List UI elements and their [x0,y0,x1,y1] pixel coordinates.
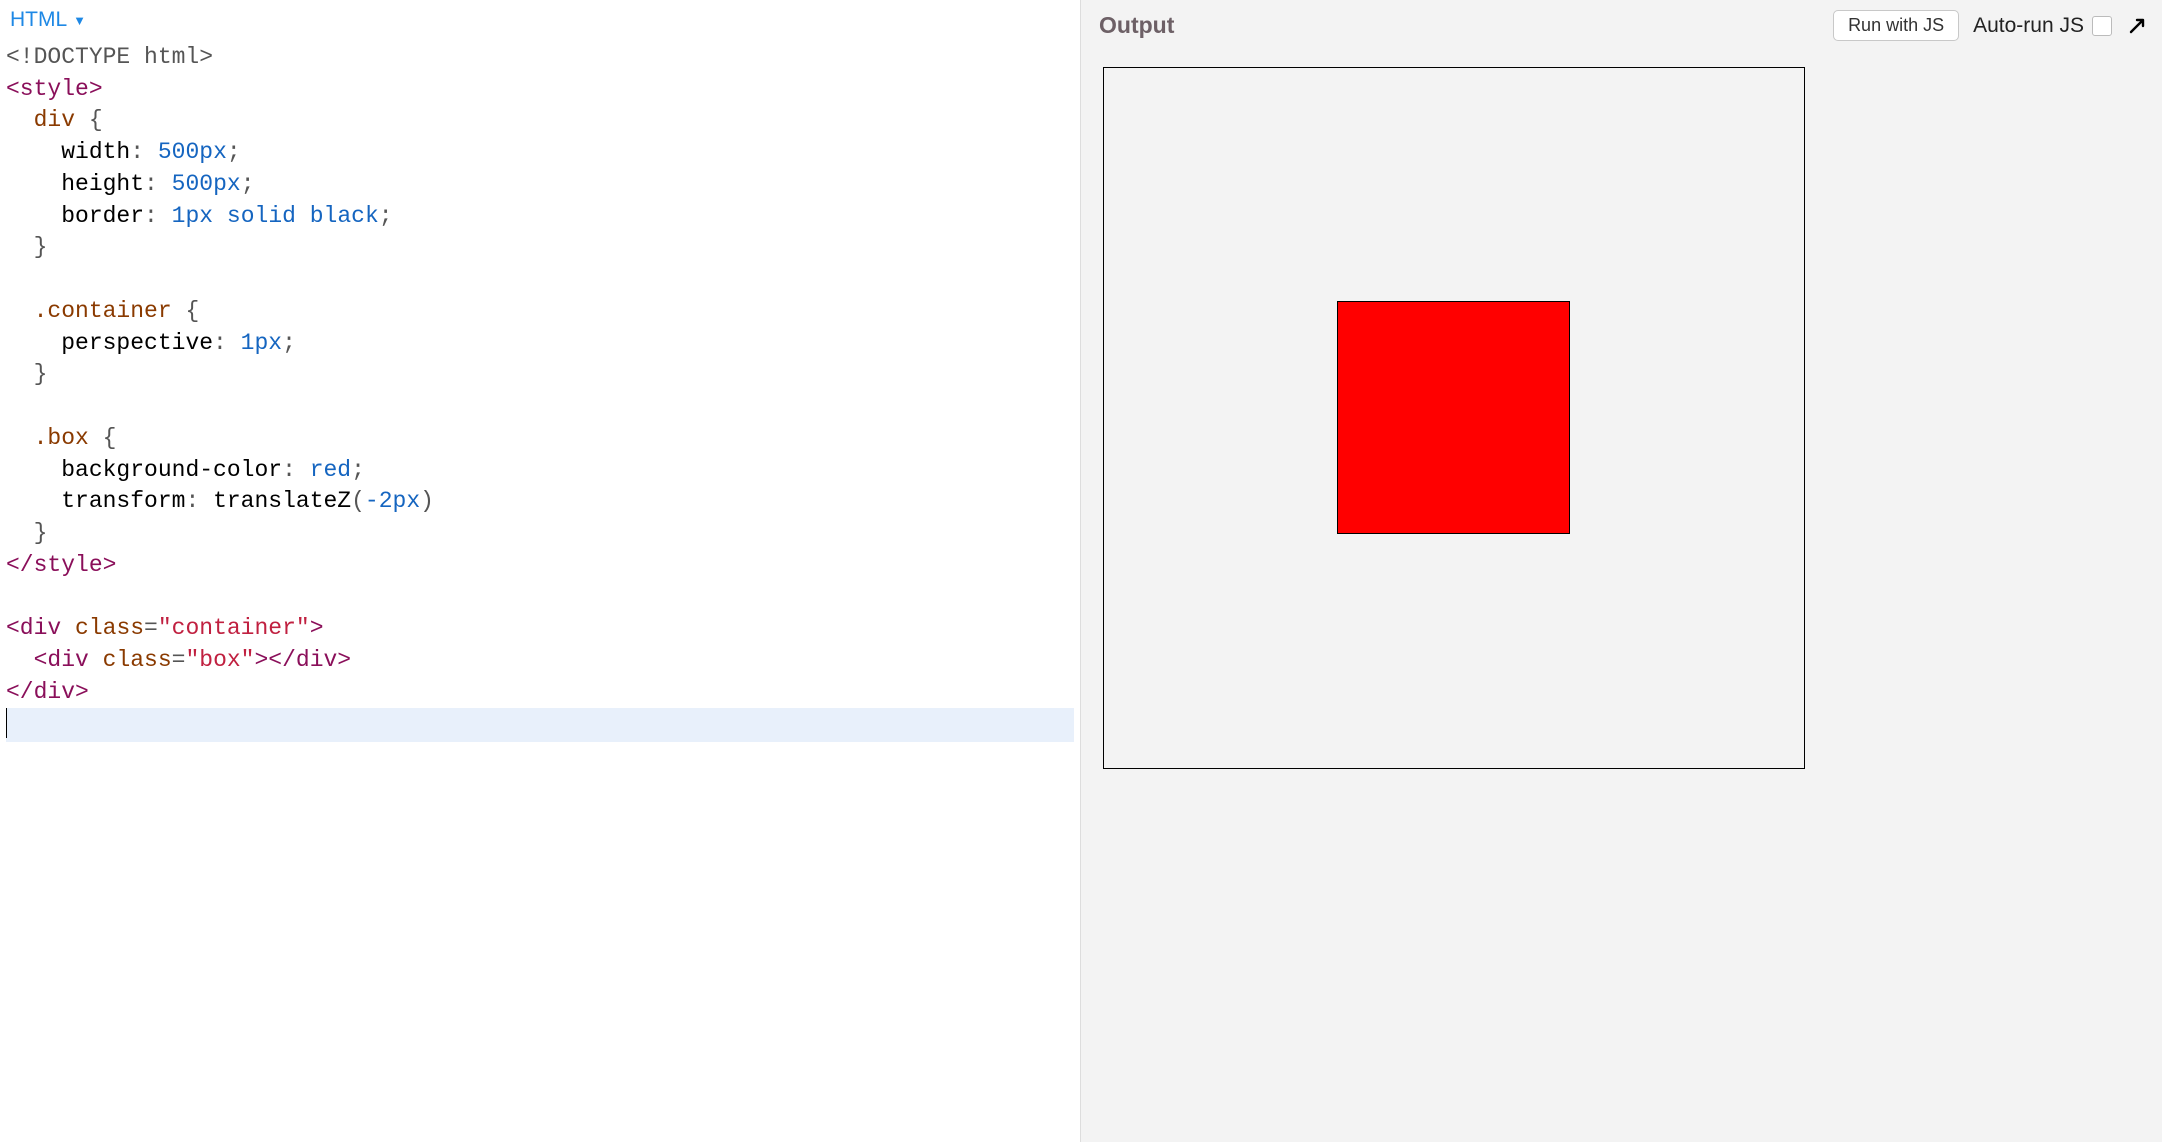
code-line: } [6,232,1074,264]
code-line: .box { [6,423,1074,455]
output-frame-wrap [1081,51,2162,1142]
output-pane: Output Run with JS Auto-run JS [1081,0,2162,1142]
code-line: <!DOCTYPE html> [6,42,1074,74]
expand-icon[interactable] [2126,15,2148,37]
text-cursor-icon [6,708,7,738]
editor-header: HTML ▼ [0,0,1080,38]
code-line: <style> [6,74,1074,106]
code-line: <div class="box"></div> [6,645,1074,677]
language-selector-label[interactable]: HTML [10,8,67,32]
code-line [6,708,1074,742]
code-line [6,581,1074,613]
code-line: </style> [6,550,1074,582]
checkbox-icon[interactable] [2092,16,2112,36]
editor-pane: HTML ▼ <!DOCTYPE html><style> div { widt… [0,0,1081,1142]
code-line: } [6,518,1074,550]
code-editor[interactable]: <!DOCTYPE html><style> div { width: 500p… [0,38,1080,1142]
rendered-container-div [1103,67,1805,769]
code-line: .container { [6,296,1074,328]
run-with-js-button[interactable]: Run with JS [1833,10,1959,41]
code-line: perspective: 1px; [6,328,1074,360]
code-line: border: 1px solid black; [6,201,1074,233]
code-line: transform: translateZ(-2px) [6,486,1074,518]
code-line: </div> [6,677,1074,709]
output-title: Output [1099,12,1819,39]
auto-run-js-toggle[interactable]: Auto-run JS [1973,14,2112,38]
chevron-down-icon[interactable]: ▼ [73,14,86,27]
code-line: div { [6,105,1074,137]
code-line: } [6,359,1074,391]
code-line [6,391,1074,423]
app-root: HTML ▼ <!DOCTYPE html><style> div { widt… [0,0,2162,1142]
code-line: <div class="container"> [6,613,1074,645]
code-line: background-color: red; [6,455,1074,487]
output-frame [1095,59,2148,1128]
auto-run-js-label: Auto-run JS [1973,14,2084,38]
output-header: Output Run with JS Auto-run JS [1081,0,2162,51]
code-line: width: 500px; [6,137,1074,169]
rendered-box-div [1337,301,1570,534]
code-line: height: 500px; [6,169,1074,201]
code-line [6,264,1074,296]
